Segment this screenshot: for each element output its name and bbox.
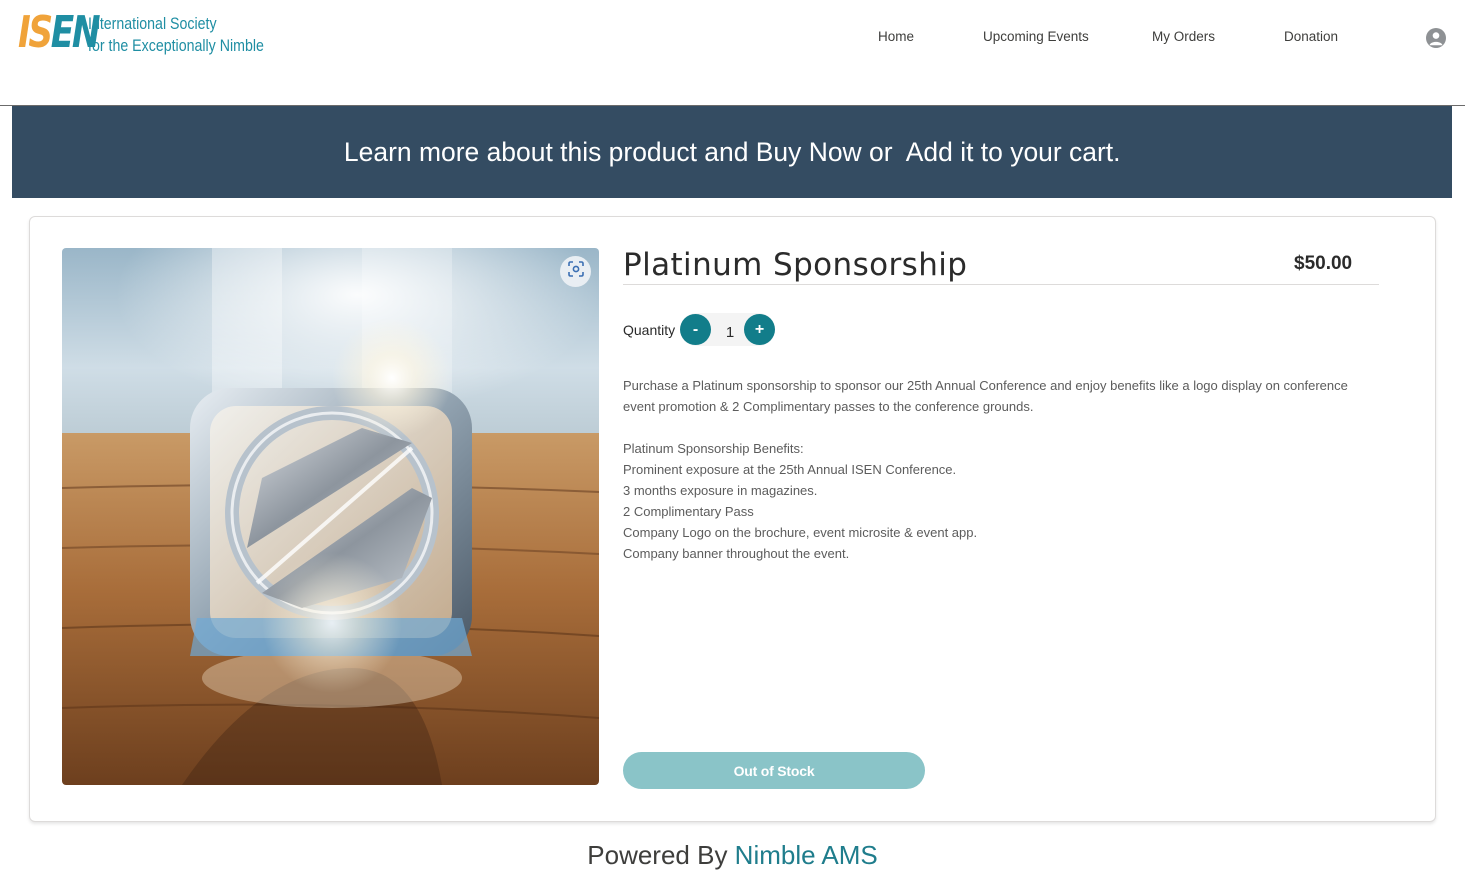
site-header: ISEN International Society for the Excep… bbox=[0, 0, 1465, 106]
out-of-stock-button[interactable]: Out of Stock bbox=[623, 752, 925, 789]
benefit-item: Company Logo on the brochure, event micr… bbox=[623, 525, 978, 540]
benefit-item: 3 months exposure in magazines. bbox=[623, 483, 818, 498]
quantity-label: Quantity bbox=[623, 322, 676, 338]
page-banner: Learn more about this product and Buy No… bbox=[12, 106, 1452, 198]
quantity-increment-button[interactable]: + bbox=[744, 314, 775, 345]
banner-text: Learn more about this product and Buy No… bbox=[343, 136, 1121, 167]
benefit-item: 2 Complimentary Pass bbox=[623, 504, 754, 519]
description-paragraph: Purchase a Platinum sponsorship to spons… bbox=[623, 378, 1348, 414]
quantity-input[interactable] bbox=[718, 320, 742, 344]
nav-donation[interactable]: Donation bbox=[1284, 29, 1338, 44]
zoom-focus-icon bbox=[567, 260, 585, 283]
zoom-button[interactable] bbox=[560, 256, 591, 287]
nav-my-orders[interactable]: My Orders bbox=[1152, 29, 1215, 44]
product-card: Platinum Sponsorship $50.00 Quantity - +… bbox=[29, 216, 1436, 822]
nav-home[interactable]: Home bbox=[878, 29, 914, 44]
nimble-ams-link[interactable]: Nimble AMS bbox=[735, 840, 878, 870]
product-description: Purchase a Platinum sponsorship to spons… bbox=[623, 375, 1383, 564]
benefit-item: Prominent exposure at the 25th Annual IS… bbox=[623, 462, 957, 477]
product-image[interactable] bbox=[62, 248, 599, 785]
powered-by-label: Powered By bbox=[587, 840, 735, 870]
product-price: $50.00 bbox=[1294, 253, 1353, 274]
product-title: Platinum Sponsorship bbox=[623, 247, 968, 283]
title-divider bbox=[623, 284, 1379, 285]
nav-upcoming-events[interactable]: Upcoming Events bbox=[983, 29, 1089, 44]
quantity-decrement-button[interactable]: - bbox=[680, 314, 711, 345]
user-avatar-icon[interactable] bbox=[1426, 28, 1446, 48]
benefit-item: Company banner throughout the event. bbox=[623, 546, 850, 561]
powered-by-footer: Powered By Nimble AMS bbox=[0, 840, 1465, 871]
benefits-heading: Platinum Sponsorship Benefits: bbox=[623, 441, 804, 456]
main-nav: Home Upcoming Events My Orders Donation bbox=[0, 29, 1465, 47]
